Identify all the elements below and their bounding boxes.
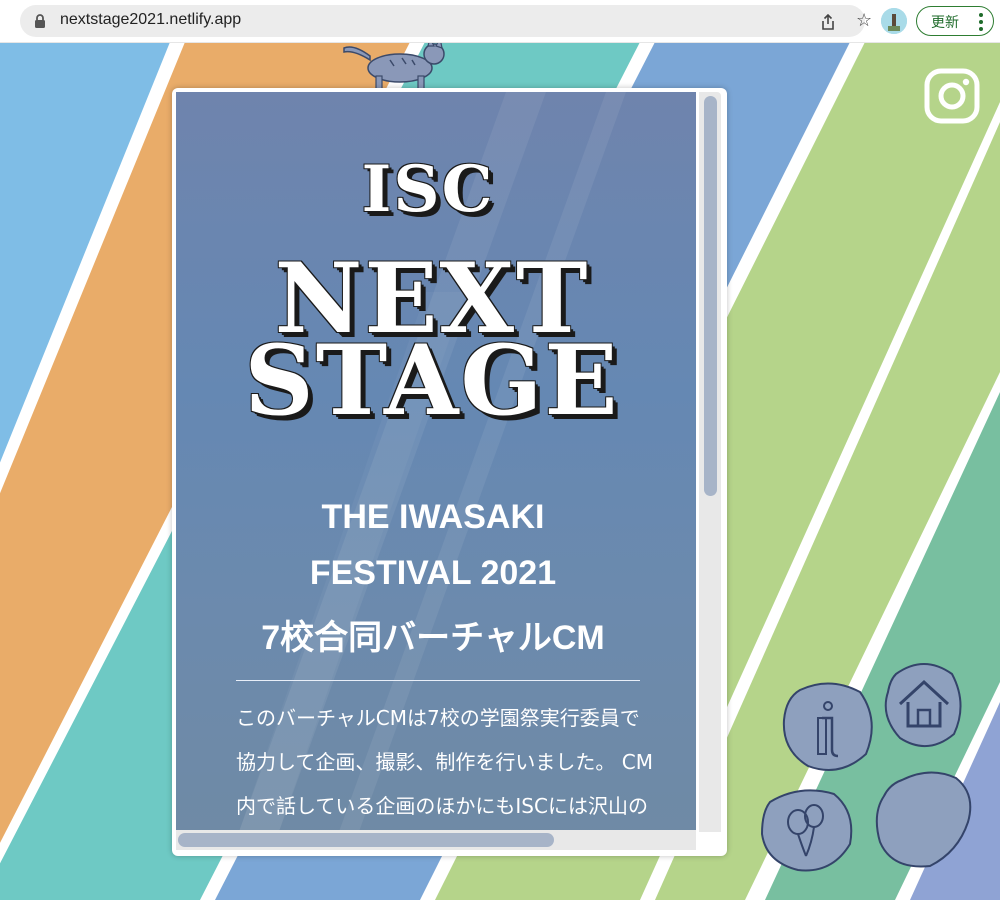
- home-button[interactable]: [884, 663, 962, 747]
- vertical-scrollbar[interactable]: [699, 92, 721, 832]
- intro-card-content[interactable]: ISC NEXT STAGE THE IWASAKI FESTIVAL 2021…: [176, 92, 696, 840]
- divider: [236, 680, 640, 681]
- url-text: nextstage2021.netlify.app: [60, 11, 242, 28]
- subtitle-line-3: 7校合同バーチャルCM: [261, 619, 605, 657]
- logo-line-stage: STAGE: [244, 324, 620, 437]
- balloon-button[interactable]: [760, 789, 853, 872]
- logo-line-isc: ISC: [361, 152, 495, 227]
- horizontal-scrollbar[interactable]: [176, 830, 696, 850]
- horizontal-scrollbar-thumb[interactable]: [178, 833, 554, 847]
- intro-card: ISC NEXT STAGE THE IWASAKI FESTIVAL 2021…: [172, 88, 727, 856]
- paw-button[interactable]: [875, 771, 972, 868]
- subtitle-line-2: FESTIVAL 2021: [309, 554, 557, 592]
- more-menu-icon[interactable]: [979, 13, 983, 31]
- subtitle-line-1: THE IWASAKI: [321, 498, 545, 536]
- scrollbar-corner: [699, 832, 721, 850]
- vertical-scrollbar-thumb[interactable]: [704, 96, 717, 496]
- lock-icon: [35, 14, 45, 28]
- info-button[interactable]: [780, 680, 880, 776]
- browser-toolbar: nextstage2021.netlify.app ☆ 更新: [0, 0, 1000, 43]
- address-bar[interactable]: nextstage2021.netlify.app ☆: [20, 5, 872, 37]
- update-button-label: 更新: [931, 15, 959, 31]
- description-text: このバーチャルCMは7校の学園祭実行委員で協力して企画、撮影、制作を行いました。…: [236, 706, 653, 840]
- instagram-icon[interactable]: [924, 68, 980, 124]
- cat-illustration: [343, 42, 445, 90]
- update-button[interactable]: 更新: [916, 6, 994, 36]
- avatar[interactable]: [881, 8, 907, 34]
- bookmark-star-icon[interactable]: ☆: [856, 12, 872, 30]
- share-icon[interactable]: [820, 14, 836, 30]
